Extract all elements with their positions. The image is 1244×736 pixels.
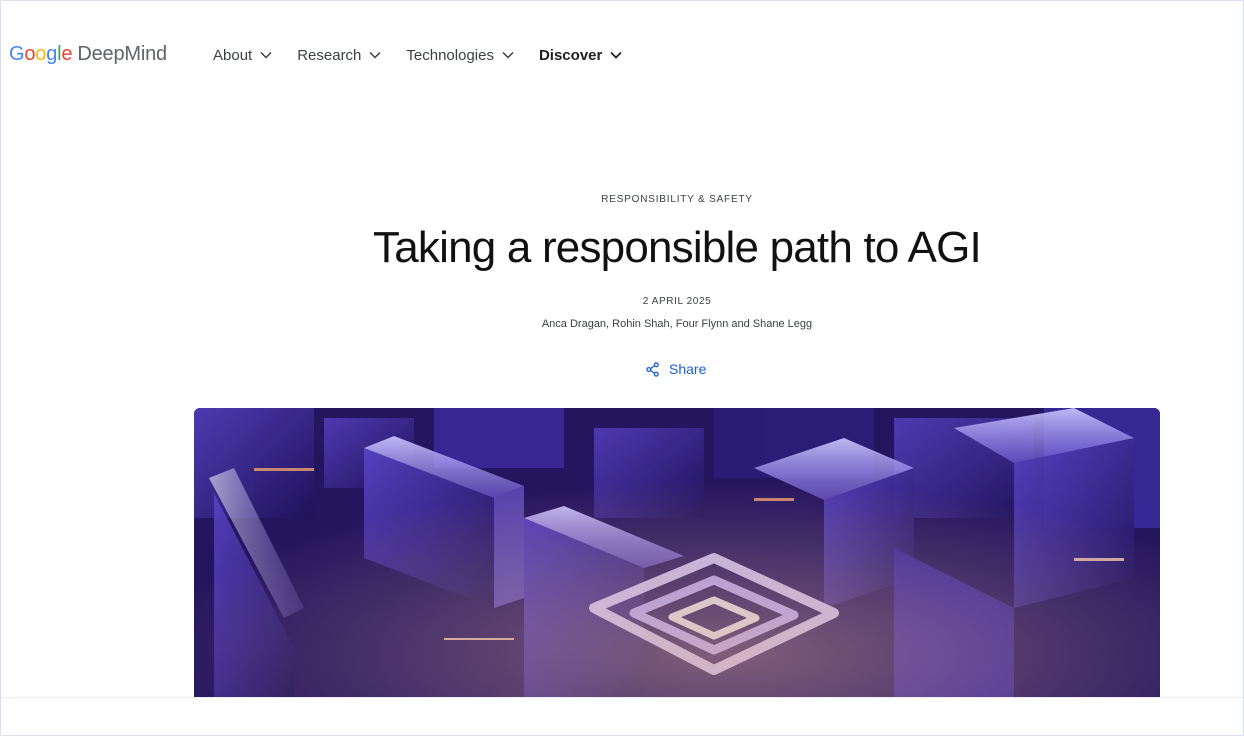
deepmind-wordmark: DeepMind (77, 43, 167, 65)
chevron-down-icon (610, 51, 622, 59)
nav-item-discover[interactable]: Discover (539, 43, 622, 67)
nav-item-label: Discover (538, 46, 603, 64)
article-category[interactable]: RESPONSIBILITY & SAFETY (1, 194, 1243, 205)
chevron-down-icon (260, 51, 272, 59)
article-date: 2 APRIL 2025 (642, 296, 712, 307)
article-title: Taking a responsible path to AGI (373, 223, 982, 272)
google-letter: e (61, 43, 73, 65)
share-label: Share (669, 361, 707, 377)
share-icon (646, 361, 659, 377)
share-button[interactable]: Share (645, 361, 706, 377)
google-deepmind-logo[interactable]: Google DeepMind (9, 43, 167, 69)
nav-item-about[interactable]: About (213, 43, 272, 67)
nav-item-label: Technologies (406, 46, 494, 64)
google-letter: o (35, 43, 47, 65)
chevron-down-icon (502, 51, 514, 59)
nav-item-label: About (213, 46, 253, 64)
nav-item-research[interactable]: Research (297, 43, 381, 67)
google-letter: o (24, 43, 36, 65)
article-authors: Anca Dragan, Rohin Shah, Four Flynn and … (541, 318, 813, 330)
nav-item-label: Research (297, 46, 362, 64)
site-header: Google DeepMind About Research Technolog… (1, 1, 1243, 109)
abstract-crystal-maze-image (194, 408, 1160, 698)
google-wordmark: Google (9, 43, 73, 66)
chevron-down-icon (369, 51, 381, 59)
main-nav: About Research Technologies Discover (213, 43, 647, 67)
bottom-bar (1, 697, 1243, 735)
google-letter: g (46, 43, 58, 65)
nav-item-technologies[interactable]: Technologies (406, 43, 514, 67)
hero-image (194, 408, 1160, 698)
browser-viewport: Google DeepMind About Research Technolog… (0, 0, 1244, 736)
google-letter: G (9, 43, 25, 65)
